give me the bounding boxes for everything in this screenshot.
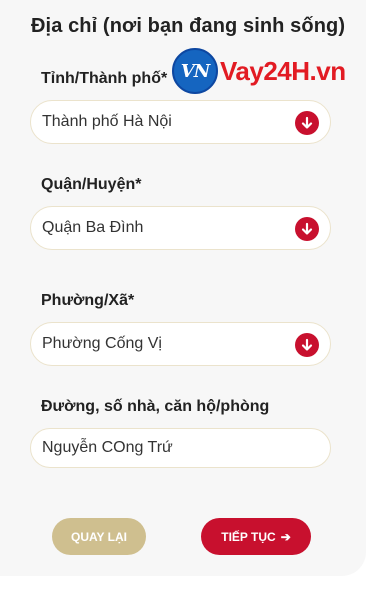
watermark-badge: VN [172,48,218,94]
street-value: Nguyễn COng Trứ [42,439,173,456]
ward-value: Phường Cống Vị [42,335,162,352]
district-label: Quận/Huyện* [41,176,142,193]
chevron-down-icon[interactable] [295,111,319,135]
back-button[interactable]: QUAY LẠI [52,518,146,555]
ward-select[interactable]: Phường Cống Vị [30,322,331,366]
street-input[interactable]: Nguyễn COng Trứ [30,428,331,468]
province-select[interactable]: Thành phố Hà Nội [30,100,331,144]
back-button-label: QUAY LẠI [70,529,127,544]
next-button-label: TIẾP TỤC [221,529,276,544]
street-label: Đường, số nhà, căn hộ/phòng [41,398,270,415]
province-label: Tỉnh/Thành phố* [41,70,168,87]
district-value: Quận Ba Đình [42,219,144,236]
watermark-text: Vay24H.vn [220,55,346,86]
arrow-right-icon: ➔ [280,529,291,544]
district-select[interactable]: Quận Ba Đình [30,206,331,250]
chevron-down-icon[interactable] [295,333,319,357]
address-form-card: Địa chỉ (nơi bạn đang sinh sống) Tỉnh/Th… [0,0,366,576]
section-title: Địa chỉ (nơi bạn đang sinh sống) [31,15,346,37]
vay24h-watermark-logo: VN Vay24H.vn [172,48,346,94]
ward-label: Phường/Xã* [41,292,135,309]
chevron-down-icon[interactable] [295,217,319,241]
next-button[interactable]: TIẾP TỤC ➔ [201,518,311,555]
province-value: Thành phố Hà Nội [42,113,172,130]
